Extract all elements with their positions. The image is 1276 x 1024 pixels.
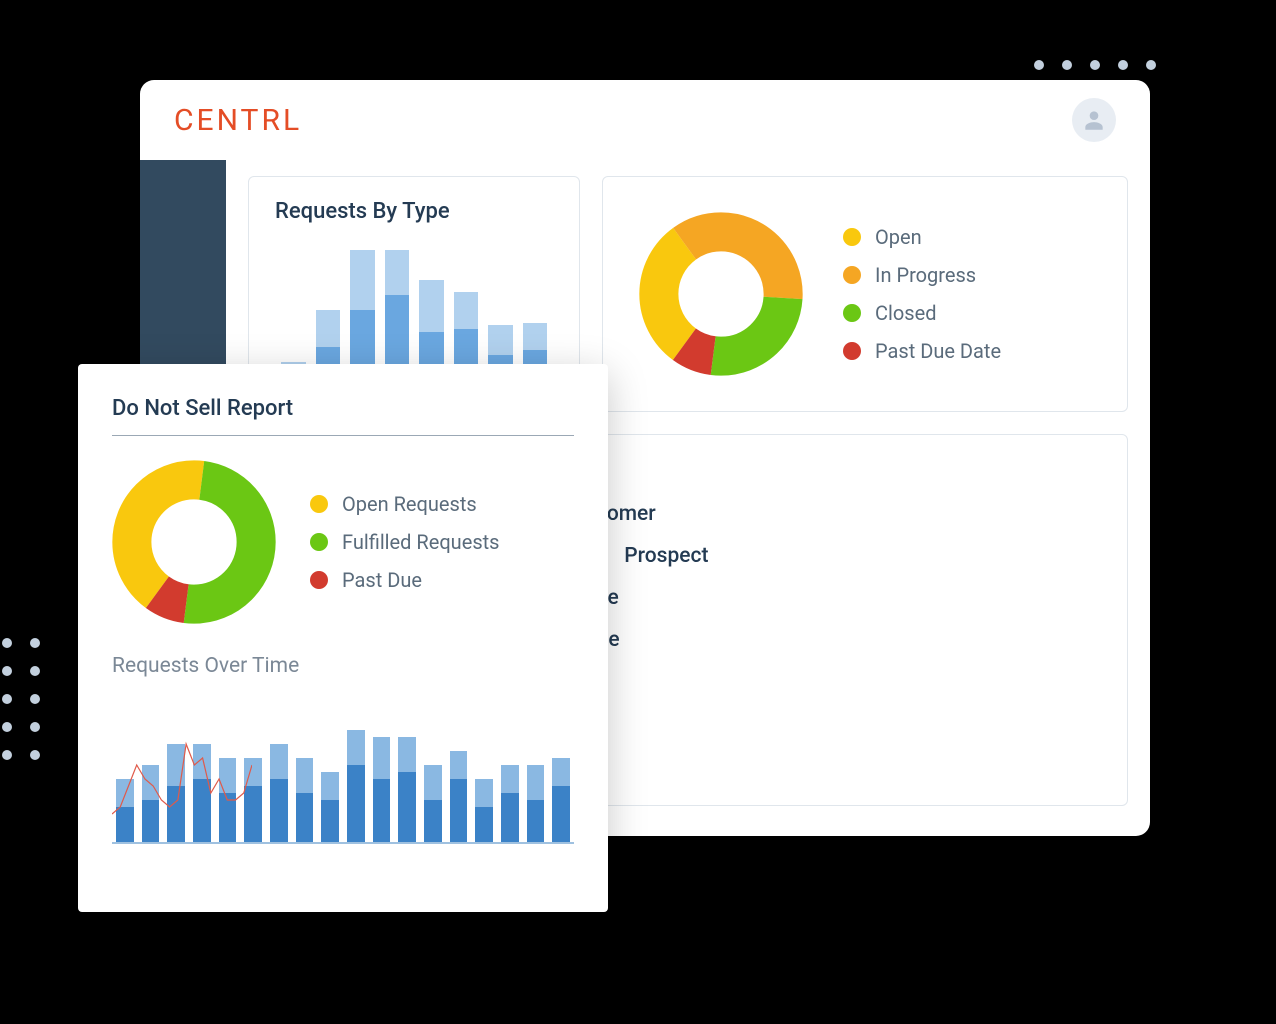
hbar-label: Prospect <box>624 544 708 568</box>
deco-dots-top <box>1034 60 1156 70</box>
divider <box>112 435 574 436</box>
donut-chart-status <box>639 212 803 376</box>
legend-label: Past Due <box>342 568 422 592</box>
legend-item: Closed <box>843 301 1001 325</box>
legend-item: Fulfilled Requests <box>310 530 500 554</box>
legend-dns: Open Requests Fulfilled Requests Past Due <box>310 492 500 592</box>
legend-status: Open In Progress Closed Past Due Date <box>843 225 1001 363</box>
legend-swatch <box>310 495 328 513</box>
legend-item: Past Due <box>310 568 500 592</box>
app-logo: CENTRL <box>174 103 302 138</box>
bar <box>398 702 416 842</box>
legend-swatch <box>310 571 328 589</box>
overlay-title: Do Not Sell Report <box>112 396 574 421</box>
card-do-not-sell: Do Not Sell Report Open Requests Fulfille… <box>78 364 608 912</box>
bar <box>501 702 519 842</box>
bar <box>475 702 493 842</box>
bar <box>424 702 442 842</box>
legend-item: In Progress <box>843 263 1001 287</box>
avatar[interactable] <box>1072 98 1116 142</box>
legend-swatch <box>843 266 861 284</box>
bar <box>527 702 545 842</box>
combo-chart-requests-over-time <box>112 692 574 852</box>
bar <box>347 702 365 842</box>
legend-item: Open <box>843 225 1001 249</box>
legend-label: Closed <box>875 301 937 325</box>
legend-item: Open Requests <box>310 492 500 516</box>
legend-swatch <box>843 342 861 360</box>
bar <box>373 702 391 842</box>
legend-label: Open Requests <box>342 492 477 516</box>
legend-swatch <box>843 228 861 246</box>
bar <box>270 702 288 842</box>
user-icon <box>1081 107 1107 133</box>
subtitle-requests-over-time: Requests Over Time <box>112 654 574 678</box>
legend-label: In Progress <box>875 263 976 287</box>
legend-label: Open <box>875 225 922 249</box>
card-status-donut: Open In Progress Closed Past Due Date <box>602 176 1128 412</box>
bar <box>450 702 468 842</box>
bar <box>552 702 570 842</box>
legend-label: Past Due Date <box>875 339 1001 363</box>
legend-swatch <box>843 304 861 322</box>
bar <box>321 702 339 842</box>
legend-item: Past Due Date <box>843 339 1001 363</box>
card-title: Requests By Type <box>275 199 553 224</box>
legend-label: Fulfilled Requests <box>342 530 500 554</box>
deco-dots-left <box>2 638 40 760</box>
bar <box>296 702 314 842</box>
legend-swatch <box>310 533 328 551</box>
app-header: CENTRL <box>140 80 1150 160</box>
donut-chart-dns <box>112 460 276 624</box>
